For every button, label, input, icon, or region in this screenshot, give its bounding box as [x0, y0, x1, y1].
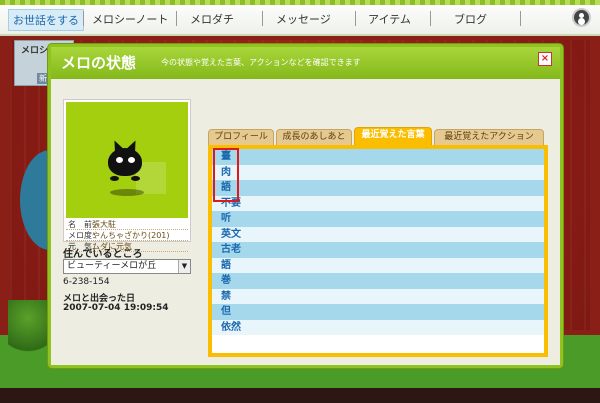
list-item: 臺: [212, 149, 544, 165]
nav-blog[interactable]: ブログ: [454, 11, 487, 27]
list-item: 巻: [212, 273, 544, 289]
pet-name-label: 名 前：: [68, 220, 100, 229]
address-code: 6-238-154: [63, 277, 110, 287]
address-label: 住んでいるところ: [63, 249, 143, 260]
tab-recent-words[interactable]: 最近覚えた言葉: [354, 127, 432, 145]
pet-level-value: やんちゃざかり(201): [92, 231, 170, 240]
tab-profile[interactable]: プロフィール: [208, 129, 274, 145]
address-select[interactable]: ビューティーメロが丘 ▼: [63, 259, 191, 274]
background-panel-title: メロシ: [21, 46, 49, 56]
list-item: 古老: [212, 242, 544, 258]
top-navigation: お世話をする メロシーノート メロダチ メッセージ アイテム ブログ: [0, 0, 600, 36]
meet-date-value: 2007-07-04 19:09:54: [63, 303, 169, 313]
status-dialog: メロの状態 今の状態や覚えた言葉、アクションなどを確認できます × 名 前：張大…: [48, 44, 563, 368]
pet-eye: [116, 157, 123, 163]
pet-foot: [131, 176, 140, 181]
list-item: 但: [212, 304, 544, 320]
recent-words-list: 臺 肉 語 不要 听 英文 古老 語 巻 禁 但 依然: [208, 145, 548, 357]
pet-stage: [66, 102, 188, 218]
pet-shadow: [110, 189, 144, 196]
address-select-value: ビューティーメロが丘: [67, 261, 157, 271]
list-item: 語: [212, 180, 544, 196]
pet-portrait: 名 前：張大駐 メロ度：やんちゃざかり(201) 元 気：ムダに元気: [63, 99, 191, 252]
nav-friends[interactable]: メロダチ: [190, 11, 234, 27]
plant-icon: [8, 300, 48, 360]
list-item: 語: [212, 257, 544, 273]
nav-separator: [430, 11, 431, 26]
pet-name-row: 名 前：張大駐: [66, 219, 188, 230]
list-item: 依然: [212, 319, 544, 335]
pet-foot: [110, 176, 119, 181]
tab-recent-actions[interactable]: 最近覚えたアクション: [434, 129, 544, 145]
pet-eye: [128, 157, 135, 163]
pet-character-icon: [108, 148, 142, 176]
nav-items[interactable]: アイテム: [368, 11, 411, 27]
pet-level-label: メロ度：: [68, 231, 100, 240]
dialog-title: メロの状態: [61, 54, 137, 72]
tab-growth[interactable]: 成長のあしあと: [276, 129, 352, 145]
highlight-box: [213, 148, 239, 202]
nav-separator: [355, 11, 356, 26]
nav-separator: [262, 11, 263, 26]
list-item: 听: [212, 211, 544, 227]
list-item: 禁: [212, 288, 544, 304]
nav-care[interactable]: お世話をする: [8, 9, 84, 31]
pet-name-value: 張大駐: [92, 220, 116, 229]
nav-messages[interactable]: メッセージ: [276, 11, 331, 27]
user-icon[interactable]: [572, 8, 591, 27]
nav-separator: [520, 11, 521, 26]
nav-separator: [176, 11, 177, 26]
nav-separator: [83, 11, 84, 26]
close-icon[interactable]: ×: [538, 52, 552, 66]
dialog-body: 名 前：張大駐 メロ度：やんちゃざかり(201) 元 気：ムダに元気 住んでいる…: [51, 79, 560, 365]
list-item: 肉: [212, 164, 544, 180]
list-item: 不要: [212, 195, 544, 211]
list-item: 英文: [212, 226, 544, 242]
nav-melonote[interactable]: メロシーノート: [92, 11, 168, 27]
dialog-subtitle: 今の状態や覚えた言葉、アクションなどを確認できます: [161, 58, 361, 67]
pet-level-row: メロ度：やんちゃざかり(201): [66, 230, 188, 241]
room-floor-edge: [0, 388, 600, 403]
chevron-down-icon[interactable]: ▼: [178, 260, 190, 273]
dialog-header: メロの状態 今の状態や覚えた言葉、アクションなどを確認できます ×: [51, 47, 560, 79]
